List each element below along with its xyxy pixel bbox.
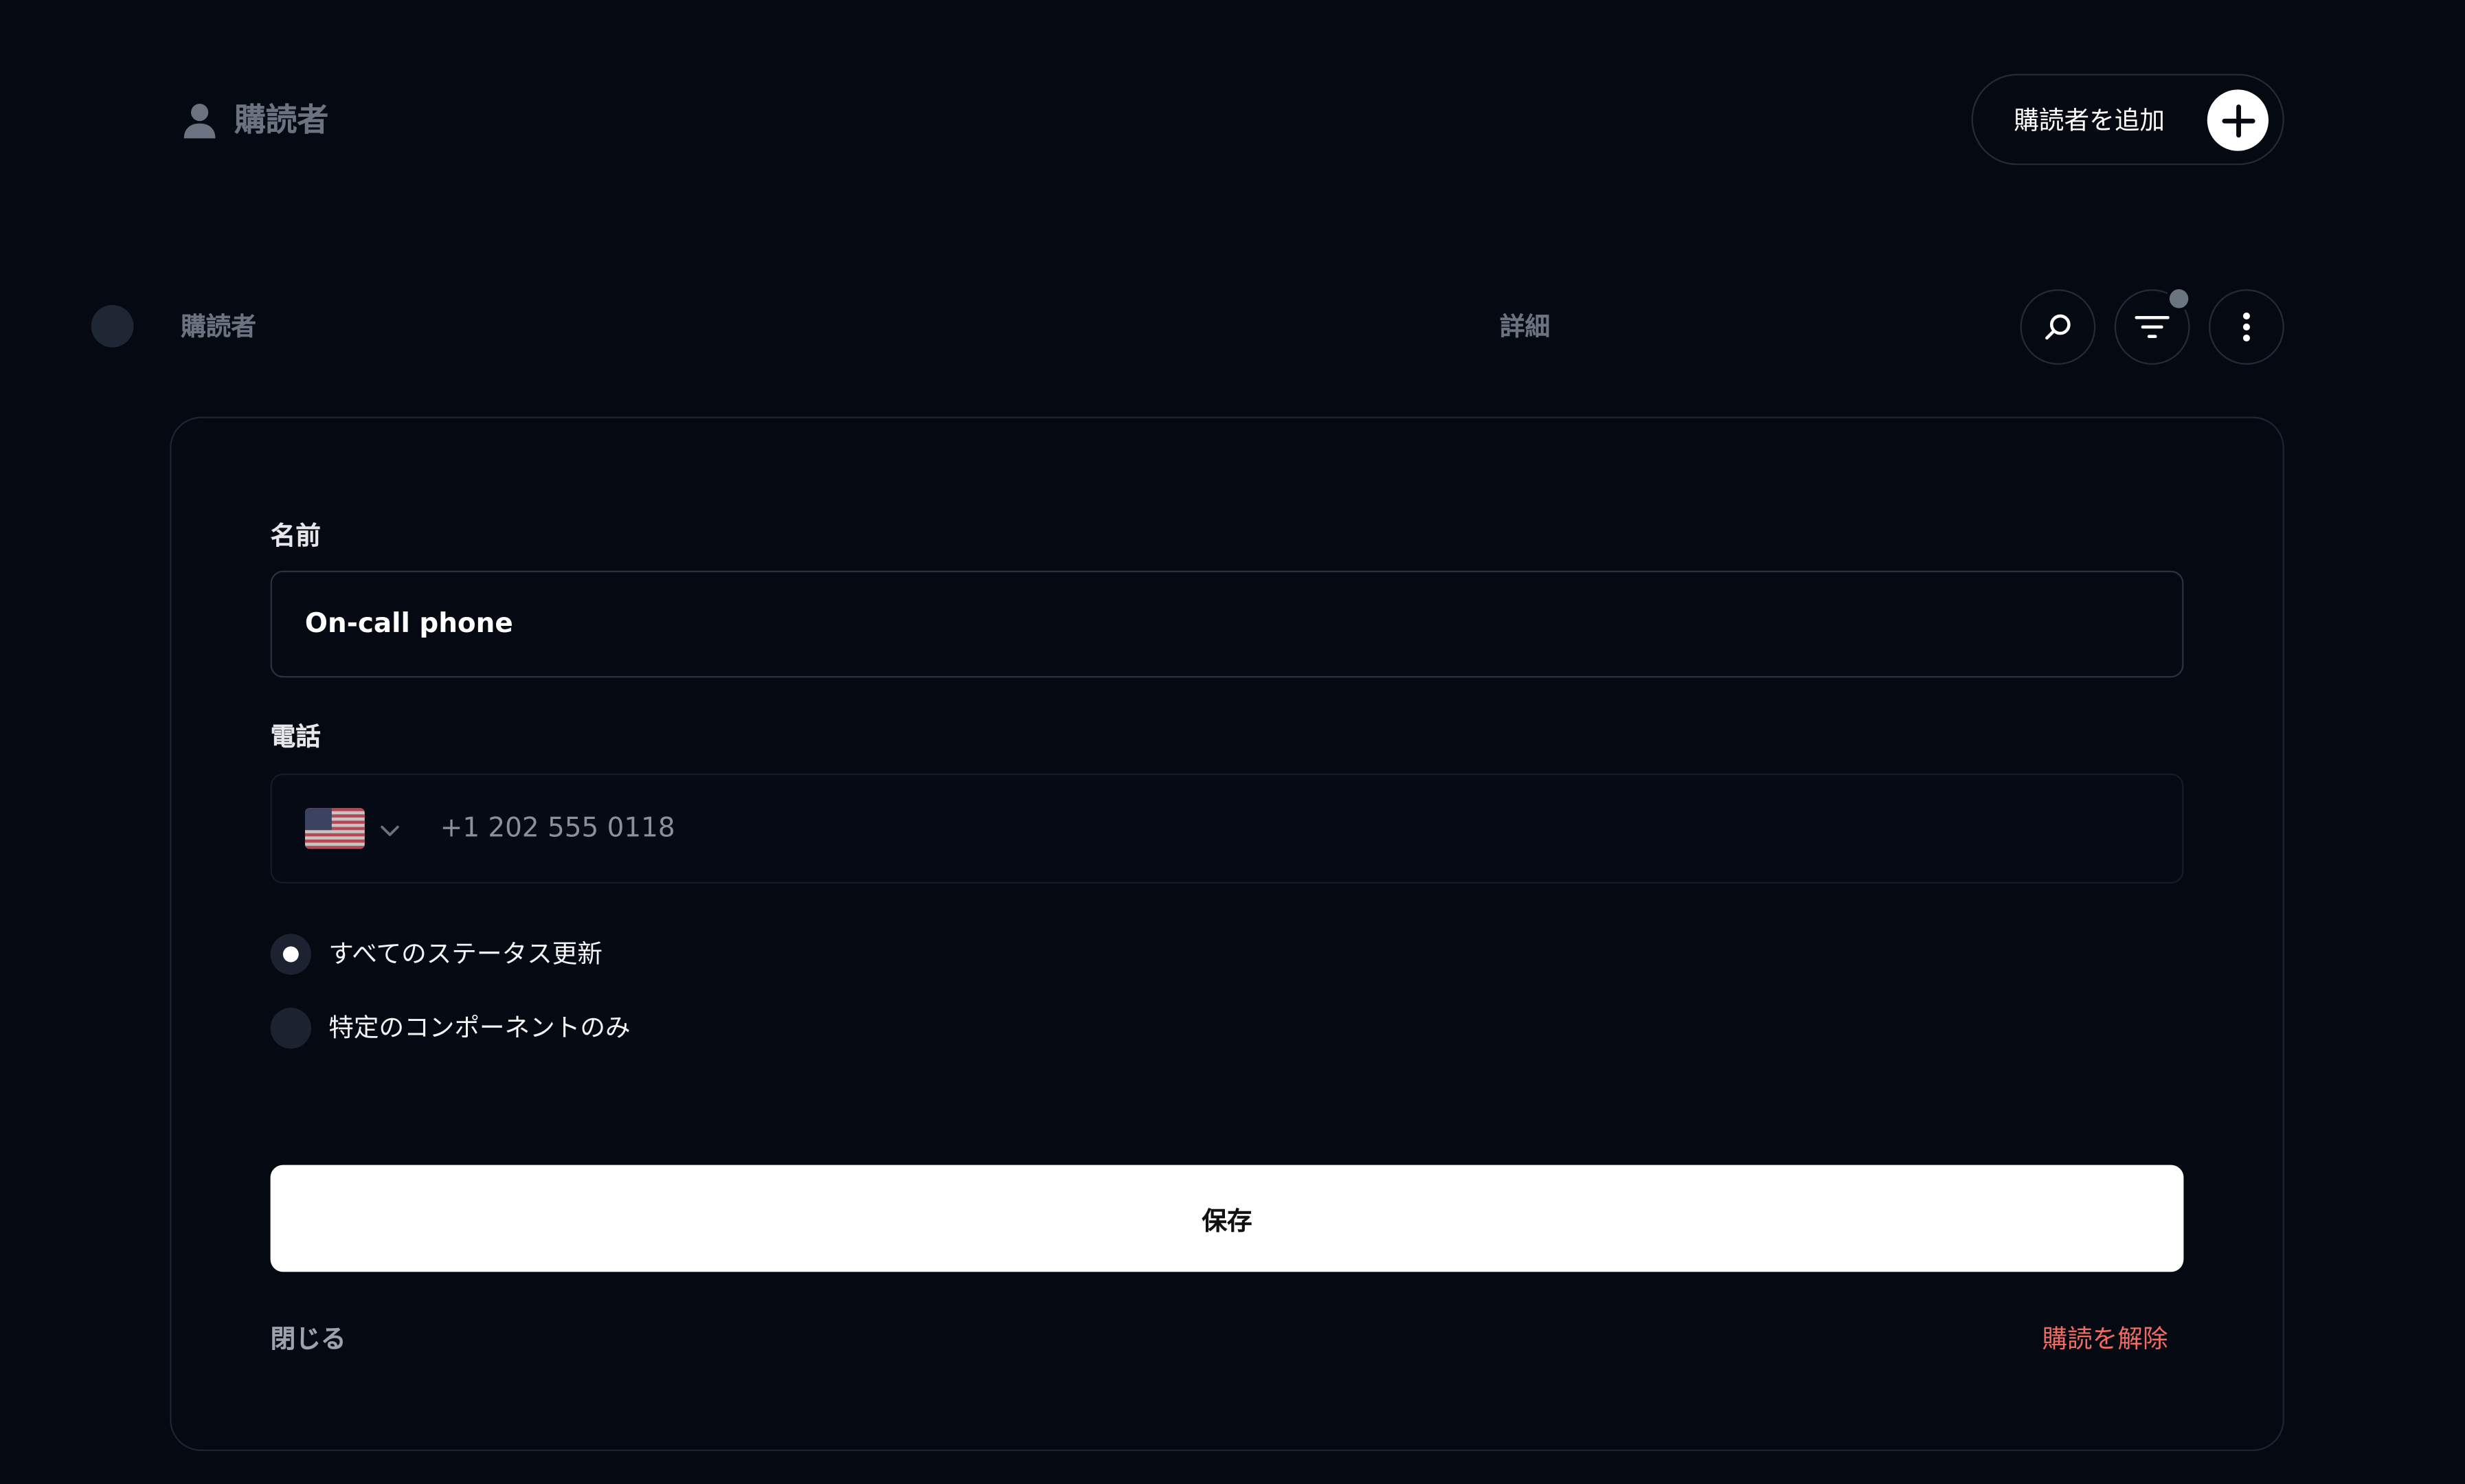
page-title: 購読者 [234, 100, 329, 139]
save-button[interactable]: 保存 [270, 1165, 2184, 1272]
add-subscriber-button[interactable]: 購読者を追加 [1971, 74, 2284, 166]
close-button[interactable]: 閉じる [271, 1322, 346, 1356]
more-vertical-icon [2242, 312, 2251, 342]
phone-number-value[interactable]: +1 202 555 0118 [440, 809, 675, 847]
name-input[interactable]: On-call phone [270, 570, 2184, 678]
column-header-details: 詳細 [1500, 311, 1551, 341]
radio-all-updates-label[interactable]: すべてのステータス更新 [328, 937, 603, 971]
filter-icon [2135, 315, 2170, 338]
search-button[interactable] [2020, 289, 2096, 365]
add-subscriber-label: 購読者を追加 [2014, 105, 2165, 135]
radio-specific-components-label[interactable]: 特定のコンポーネントのみ [328, 1011, 630, 1045]
more-options-button[interactable] [2209, 289, 2284, 365]
phone-label: 電話 [270, 721, 321, 752]
plus-icon [2207, 89, 2269, 151]
search-icon [2045, 314, 2071, 340]
filter-active-indicator [2166, 286, 2192, 312]
column-header-subscriber: 購読者 [181, 311, 257, 341]
user-icon [183, 104, 216, 139]
us-flag-icon[interactable] [304, 808, 365, 849]
chevron-down-icon[interactable] [377, 818, 403, 843]
radio-specific-components[interactable] [270, 1007, 312, 1049]
radio-selected-dot [282, 946, 299, 963]
unsubscribe-button[interactable]: 購読を解除 [2042, 1322, 2168, 1356]
radio-all-updates[interactable] [270, 934, 312, 975]
select-all-checkbox[interactable] [91, 304, 134, 348]
name-label: 名前 [270, 520, 321, 550]
